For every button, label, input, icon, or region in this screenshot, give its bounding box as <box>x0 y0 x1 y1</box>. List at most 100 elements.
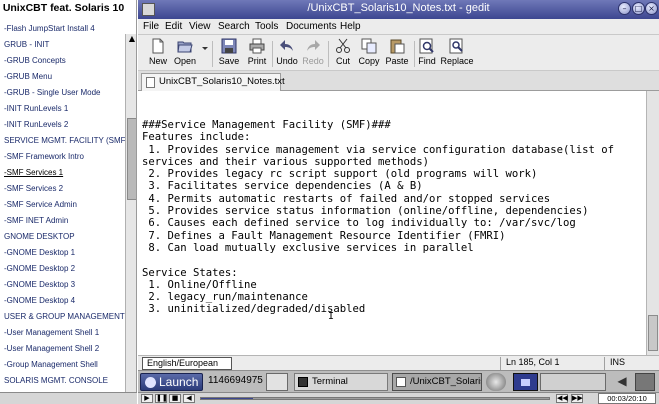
sidebar-lesson-link[interactable]: -User Management Shell 2 <box>4 343 126 354</box>
print-button[interactable]: Print <box>244 38 270 70</box>
menu-file[interactable]: File <box>143 21 159 32</box>
show-desktop-icon[interactable] <box>266 373 288 391</box>
sidebar-lesson-link[interactable]: -GNOME Desktop 3 <box>4 279 126 290</box>
window-title: /UnixCBT_Solaris10_Notes.txt - gedit <box>307 2 490 14</box>
menu-tools[interactable]: Tools <box>255 21 278 32</box>
rewind-icon[interactable]: ◀ <box>183 394 195 403</box>
close-icon[interactable]: × <box>645 2 658 15</box>
task-gedit[interactable]: /UnixCBT_Solaris10 <box>392 373 482 391</box>
sidebar-section-heading: USER & GROUP MANAGEMENT <box>4 312 125 321</box>
sidebar-lesson-link[interactable]: -SMF INET Admin <box>4 215 126 226</box>
launch-button[interactable]: Launch <box>140 373 203 391</box>
text-editor[interactable]: ###Service Management Facility (SMF)### F… <box>138 91 646 355</box>
redo-icon <box>307 40 320 51</box>
editor-line: services and their various supported met… <box>142 155 430 168</box>
menubar: File Edit View Search Tools Documents He… <box>138 19 659 35</box>
replace-button[interactable]: Replace <box>439 38 475 70</box>
sidebar-lesson-link[interactable]: -INIT RunLevels 1 <box>4 103 126 114</box>
menu-search[interactable]: Search <box>218 21 250 32</box>
editor-line: 2. Provides legacy rc script support (ol… <box>142 168 538 181</box>
editor-line: 7. Defines a Fault Management Resource I… <box>142 229 506 242</box>
sidebar-lesson-link[interactable]: -GRUB - Single User Mode <box>4 87 126 98</box>
sidebar-lesson-link[interactable]: -User Management Shell 1 <box>4 327 126 338</box>
save-button[interactable]: Save <box>216 38 242 70</box>
sidebar-scrollbar[interactable]: ▲ <box>125 34 136 404</box>
editor-scroll-thumb[interactable] <box>648 315 658 351</box>
skip-back-icon[interactable]: ◀◀ <box>556 394 568 403</box>
print-label: Print <box>247 56 267 66</box>
cut-button[interactable]: Cut <box>331 38 355 70</box>
sidebar-lesson-link[interactable]: -SMF Service Admin <box>4 199 126 210</box>
pause-icon[interactable]: ❚❚ <box>155 394 168 403</box>
save-label: Save <box>218 56 240 66</box>
copy-label: Copy <box>358 56 380 66</box>
paste-button[interactable]: Paste <box>383 38 411 70</box>
redo-label: Redo <box>302 56 324 66</box>
menu-view[interactable]: View <box>189 21 211 32</box>
open-label: Open <box>173 56 197 66</box>
input-method-indicator[interactable]: English/European <box>142 357 232 370</box>
workspace-switcher[interactable] <box>513 373 538 391</box>
redo-button[interactable]: Redo <box>301 38 325 70</box>
document-tab[interactable]: UnixCBT_Solaris10_Notes.txt <box>141 73 285 91</box>
editor-line: Features include: <box>142 131 251 144</box>
sidebar-lesson-link[interactable]: -GRUB Menu <box>4 71 126 82</box>
cursor-position: Ln 185, Col 1 <box>506 357 560 367</box>
open-recent-dropdown[interactable] <box>200 38 210 70</box>
task-label: /UnixCBT_Solaris10 <box>410 376 481 387</box>
sidebar-lesson-link[interactable]: -Group Management Shell <box>4 359 126 370</box>
find-icon <box>419 38 434 54</box>
editor-line: 1. Provides service management via servi… <box>142 143 614 156</box>
cut-icon <box>336 38 350 53</box>
copy-button[interactable]: Copy <box>356 38 382 70</box>
sidebar-lesson-link[interactable]: -GNOME Desktop 2 <box>4 263 126 274</box>
sidebar-lesson-link[interactable]: -INIT RunLevels 2 <box>4 119 126 130</box>
launch-icon <box>145 377 156 388</box>
sidebar-lesson-link[interactable]: -SMF Services 1 <box>4 167 126 178</box>
maximize-icon[interactable]: □ <box>632 2 645 15</box>
sidebar-lesson-link[interactable]: -GNOME Desktop 4 <box>4 295 126 306</box>
document-tabbar: UnixCBT_Solaris10_Notes.txt <box>138 71 659 91</box>
sidebar-lesson-link[interactable]: -Flash JumpStart Install 4 <box>4 23 126 34</box>
editor-text: ###Service Management Facility (SMF)### F… <box>142 119 614 316</box>
volume-icon[interactable]: ◀ <box>614 374 630 389</box>
sidebar-lesson-link[interactable]: -GNOME Desktop 1 <box>4 247 126 258</box>
toolbar-separator <box>328 41 329 67</box>
statusbar-separator <box>604 357 605 370</box>
stop-icon[interactable]: ■ <box>169 394 181 403</box>
undo-button[interactable]: Undo <box>275 38 299 70</box>
sidebar-lesson-link[interactable]: -SMF Framework Intro <box>4 151 126 162</box>
window-titlebar[interactable]: /UnixCBT_Solaris10_Notes.txt - gedit – □… <box>138 0 659 19</box>
sidebar-lesson-link[interactable]: -SMF Services 2 <box>4 183 126 194</box>
text-cursor-icon: I <box>328 311 335 322</box>
new-button[interactable]: New <box>146 38 170 70</box>
sidebar-lesson-link[interactable]: -GRUB Concepts <box>4 55 126 66</box>
open-button[interactable]: Open <box>171 38 199 70</box>
playback-progress-fill <box>201 398 254 399</box>
editor-line: 1. Online/Offline <box>142 278 257 291</box>
toolbar-separator <box>272 41 273 67</box>
minimize-icon[interactable]: – <box>618 2 631 15</box>
menu-documents[interactable]: Documents <box>286 21 337 32</box>
editor-line: 8. Can load mutually exclusive services … <box>142 241 474 254</box>
editor-scrollbar[interactable] <box>646 91 659 355</box>
play-icon[interactable]: ▶ <box>141 394 153 403</box>
sidebar-scroll-thumb[interactable] <box>127 118 136 200</box>
menu-edit[interactable]: Edit <box>165 21 182 32</box>
skip-forward-icon[interactable]: ▶▶ <box>571 394 583 403</box>
folder-open-icon <box>177 41 193 53</box>
task-terminal[interactable]: Terminal <box>294 373 388 391</box>
menu-help[interactable]: Help <box>340 21 361 32</box>
paste-label: Paste <box>385 56 409 66</box>
sidebar-section-heading: GRUB - INIT <box>4 40 50 49</box>
workspace-area[interactable] <box>540 373 606 391</box>
refresh-icon[interactable] <box>486 373 506 391</box>
taskbar-clock: 1146694975 <box>208 375 263 386</box>
chevron-down-icon <box>202 47 208 50</box>
find-button[interactable]: Find <box>416 38 438 70</box>
playback-progress[interactable] <box>200 397 550 400</box>
scroll-up-arrow-icon[interactable]: ▲ <box>127 34 136 44</box>
terminal-icon <box>298 377 308 387</box>
tray-icon[interactable] <box>635 373 655 391</box>
insert-mode: INS <box>610 357 626 367</box>
